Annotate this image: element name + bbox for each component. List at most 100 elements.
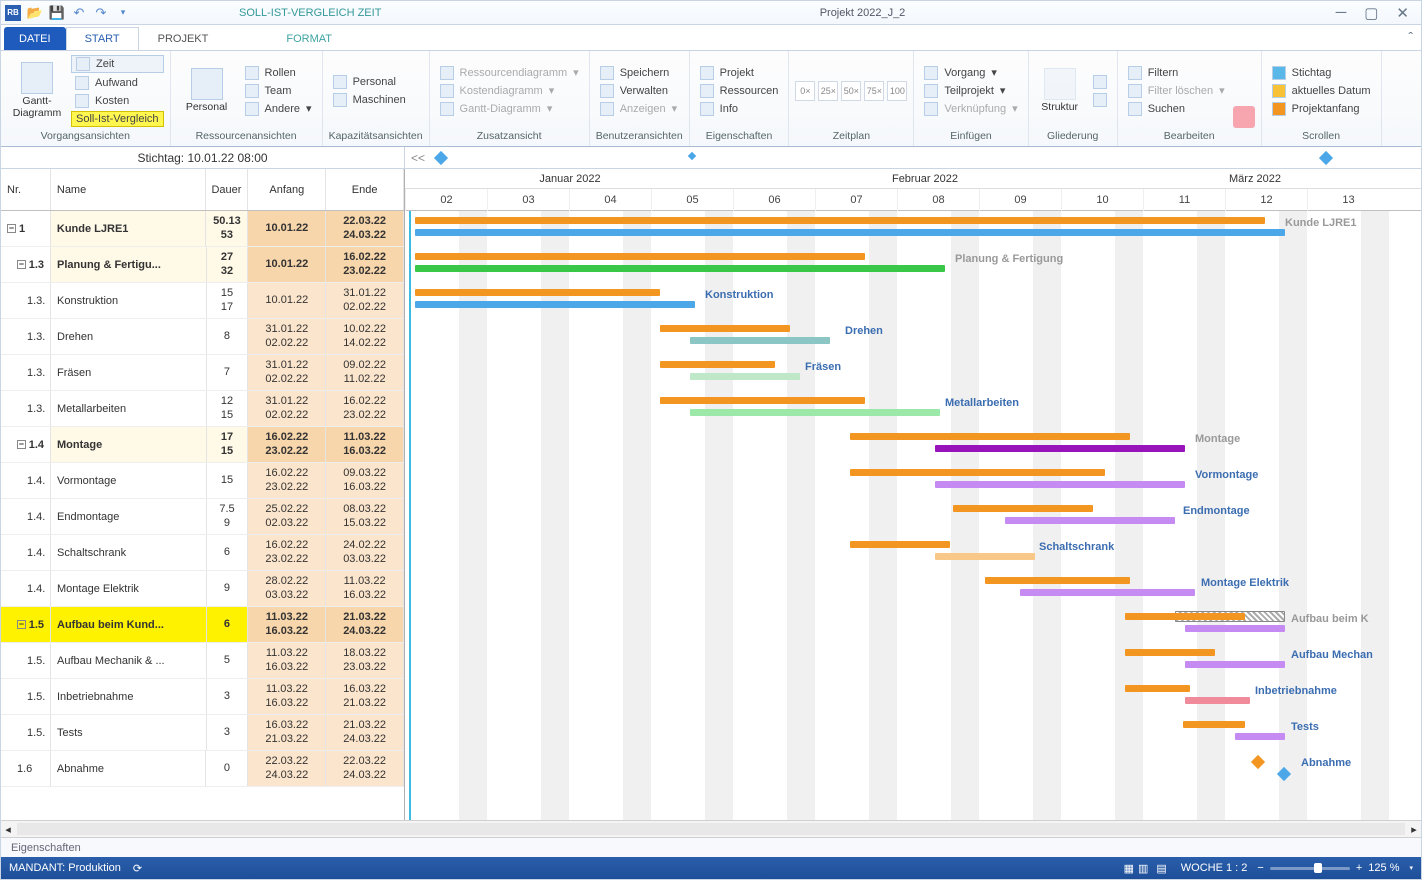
gantt-bar[interactable] [1125,685,1190,692]
qat-dropdown-icon[interactable]: ▾ [115,5,131,21]
gantt-bar[interactable] [1183,721,1245,728]
zoom-25-button[interactable]: 25× [818,81,838,101]
speichern-button[interactable]: Speichern [596,65,681,81]
col-name[interactable]: Name [51,169,207,210]
tab-format[interactable]: FORMAT [267,27,351,50]
gantt-bar[interactable] [690,409,940,416]
gantt-bar[interactable] [415,229,1285,236]
eig-info-button[interactable]: Info [696,101,783,117]
table-row[interactable]: 1.4.Endmontage7.5925.02.2202.03.2208.03.… [1,499,404,535]
verwalten-button[interactable]: Verwalten [596,83,681,99]
soll-ist-vergleich-button[interactable]: Soll-Ist-Vergleich [71,111,164,127]
collapse-icon[interactable]: − [17,440,26,449]
andere-button[interactable]: Andere ▾ [241,101,316,117]
table-row[interactable]: 1.5.Aufbau Mechanik & ...511.03.2216.03.… [1,643,404,679]
gantt-bar[interactable] [1020,589,1195,596]
gantt-bar[interactable] [1005,517,1175,524]
eig-projekt-button[interactable]: Projekt [696,65,783,81]
gantt-bar[interactable] [953,505,1093,512]
gantt-bar[interactable] [415,265,945,272]
col-dauer[interactable]: Dauer [206,169,248,210]
tab-start[interactable]: START [66,27,139,50]
gantt-bar[interactable] [415,289,660,296]
table-row[interactable]: 1.5.Inbetriebnahme311.03.2216.03.2216.03… [1,679,404,715]
gantt-bar[interactable] [660,361,775,368]
tab-projekt[interactable]: PROJEKT [139,27,228,50]
undo-icon[interactable]: ↶ [71,5,87,21]
zoom-50-button[interactable]: 50× [841,81,861,101]
collapse-icon[interactable]: − [7,224,16,233]
redo-icon[interactable]: ↷ [93,5,109,21]
scroll-left-icon[interactable]: << [405,147,431,168]
zoom-100-button[interactable]: 100 [887,81,907,101]
filtern-button[interactable]: Filtern [1124,65,1229,81]
personal-button[interactable]: Personal [177,58,237,124]
scroll-anfang-button[interactable]: Projektanfang [1268,101,1375,117]
kap-personal-button[interactable]: Personal [329,74,410,90]
gantt-bar[interactable] [660,397,865,404]
gantt-bar[interactable] [1235,733,1285,740]
filter-loeschen-button[interactable]: Filter löschen ▾ [1124,83,1229,99]
zoom-slider[interactable] [1270,867,1350,870]
einf-verknuepfung-button[interactable]: Verknüpfung ▾ [920,101,1021,117]
col-ende[interactable]: Ende [326,169,404,210]
properties-panel-header[interactable]: Eigenschaften [1,837,1421,857]
gantt-bar[interactable] [415,217,1265,224]
open-icon[interactable]: 📂 [27,5,43,21]
status-view1-icon[interactable]: ▦ [1124,862,1134,875]
rollen-button[interactable]: Rollen [241,65,316,81]
team-button[interactable]: Team [241,83,316,99]
gantt-bar[interactable] [1185,625,1285,632]
zoom-out-icon[interactable]: − [1257,862,1263,874]
gantt-bar[interactable] [850,469,1105,476]
gantt-bar[interactable] [1125,613,1245,620]
gantt-bar[interactable] [850,433,1130,440]
gantt-bar[interactable] [850,541,950,548]
minimize-icon[interactable]: ─ [1336,4,1347,22]
table-row[interactable]: 1.3.Konstruktion151710.01.2231.01.2202.0… [1,283,404,319]
gantt-bar[interactable] [415,253,865,260]
expand-icon[interactable] [1089,92,1111,108]
zusatz-gantt-button[interactable]: Gantt-Diagramm ▾ [436,101,583,117]
gantt-chart[interactable]: Januar 2022Februar 2022März 2022 0203040… [405,169,1421,820]
gantt-bar[interactable] [985,577,1130,584]
table-row[interactable]: 1.3.Fräsen731.01.2202.02.2209.02.2211.02… [1,355,404,391]
table-row[interactable]: −1.3Planung & Fertigu...273210.01.2216.0… [1,247,404,283]
gantt-bar[interactable] [935,553,1035,560]
scroll-aktuelles-button[interactable]: aktuelles Datum [1268,83,1375,99]
gantt-bar[interactable] [1185,697,1250,704]
eraser-icon[interactable] [1233,106,1255,128]
aufwand-button[interactable]: Aufwand [71,75,164,91]
status-view3-icon[interactable]: ▤ [1156,862,1166,875]
kostendiagramm-button[interactable]: Kostendiagramm ▾ [436,83,583,99]
kap-maschinen-button[interactable]: Maschinen [329,92,410,108]
zeit-button[interactable]: Zeit [71,55,164,73]
collapse-icon[interactable] [1089,74,1111,90]
tab-datei[interactable]: DATEI [4,27,66,50]
save-icon[interactable]: 💾 [49,5,65,21]
zoom-in-icon[interactable]: + [1356,862,1362,874]
table-row[interactable]: −1Kunde LJRE150.135310.01.2222.03.2224.0… [1,211,404,247]
kosten-button[interactable]: Kosten [71,93,164,109]
zoom-0-button[interactable]: 0× [795,81,815,101]
table-row[interactable]: −1.4Montage171516.02.2223.02.2211.03.221… [1,427,404,463]
table-row[interactable]: 1.6Abnahme022.03.2224.03.2222.03.2224.03… [1,751,404,787]
ressourcendiagramm-button[interactable]: Ressourcendiagramm ▾ [436,65,583,81]
col-anfang[interactable]: Anfang [248,169,326,210]
gantt-bar[interactable] [1125,649,1215,656]
table-row[interactable]: 1.4.Vormontage1516.02.2223.02.2209.03.22… [1,463,404,499]
table-row[interactable]: 1.4.Schaltschrank616.02.2223.02.2224.02.… [1,535,404,571]
maximize-icon[interactable]: ▢ [1364,4,1378,22]
col-nr[interactable]: Nr. [1,169,51,210]
table-row[interactable]: 1.3.Metallarbeiten121531.01.2202.02.2216… [1,391,404,427]
gantt-bar[interactable] [935,481,1185,488]
gantt-bar[interactable] [660,325,790,332]
zoom-75-button[interactable]: 75× [864,81,884,101]
collapse-icon[interactable]: − [17,260,26,269]
refresh-icon[interactable]: ⟳ [133,862,142,875]
table-row[interactable]: 1.3.Drehen831.01.2202.02.2210.02.2214.02… [1,319,404,355]
suchen-button[interactable]: Suchen [1124,101,1229,117]
gantt-bar[interactable] [690,373,800,380]
gantt-bar[interactable] [690,337,830,344]
table-row[interactable]: −1.5Aufbau beim Kund...611.03.2216.03.22… [1,607,404,643]
